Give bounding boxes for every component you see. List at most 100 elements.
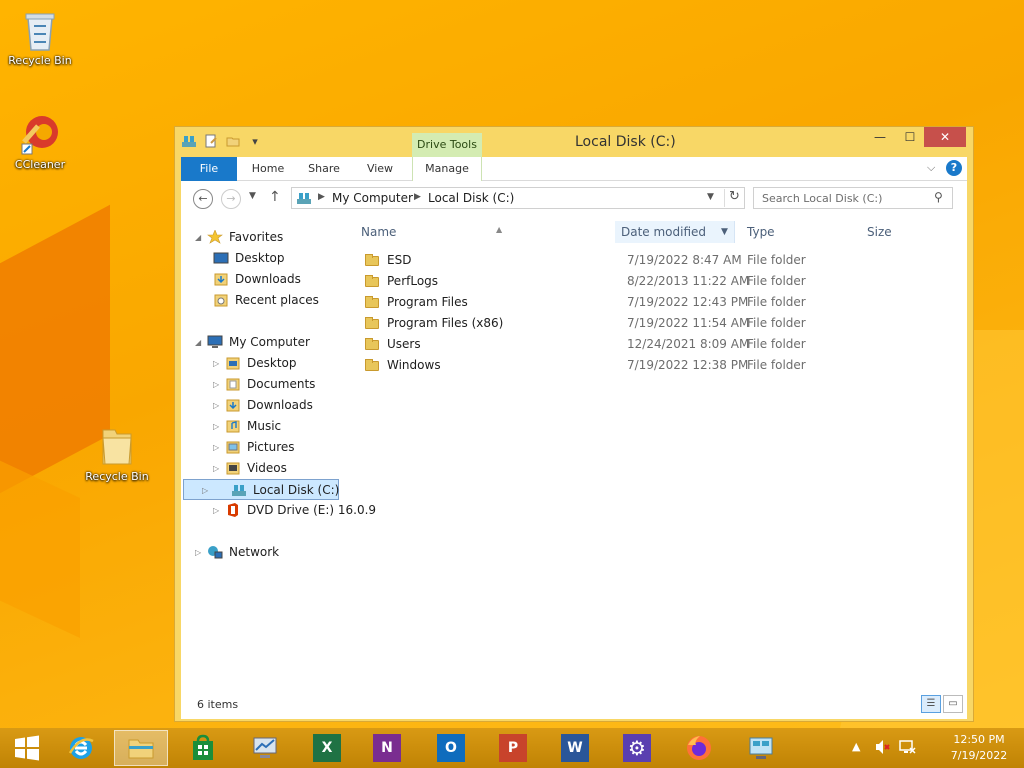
tree-item-favorites-downloads[interactable]: Downloads	[213, 269, 301, 290]
minimize-button[interactable]: —	[865, 127, 895, 147]
expand-arrow-icon[interactable]: ▷	[213, 353, 219, 374]
taskbar-powerpoint[interactable]: P	[486, 730, 540, 766]
computer-icon	[207, 335, 223, 349]
volume-muted-icon[interactable]	[874, 738, 890, 768]
expand-arrow-icon[interactable]: ▷	[202, 480, 208, 501]
tree-item-music[interactable]: ▷ Music	[213, 416, 281, 437]
collapse-arrow-icon[interactable]: ◢	[195, 227, 201, 248]
refresh-icon[interactable]: ↻	[724, 189, 744, 207]
desktop-icon-folder[interactable]: Recycle Bin	[77, 424, 157, 483]
tree-item-pictures[interactable]: ▷ Pictures	[213, 437, 295, 458]
expand-arrow-icon[interactable]: ▷	[213, 437, 219, 458]
expand-arrow-icon[interactable]: ▷	[213, 500, 219, 521]
desktop-icon-recycle-bin[interactable]: Recycle Bin	[0, 8, 80, 67]
tree-item-documents[interactable]: ▷ Documents	[213, 374, 315, 395]
back-button[interactable]: ←	[193, 189, 213, 209]
collapse-arrow-icon[interactable]: ◢	[195, 332, 201, 353]
taskbar-remote-desktop[interactable]	[238, 730, 292, 766]
system-clock[interactable]: 12:50 PM 7/19/2022	[944, 732, 1014, 764]
expand-arrow-icon[interactable]: ▷	[213, 458, 219, 479]
tab-file[interactable]: File	[181, 157, 237, 181]
address-history-chevron-icon[interactable]: ▼	[707, 192, 714, 202]
powerpoint-icon: P	[499, 734, 527, 762]
column-header-size[interactable]: Size	[861, 221, 941, 243]
tree-item-videos[interactable]: ▷ Videos	[213, 458, 287, 479]
help-icon[interactable]: ?	[946, 160, 962, 176]
downloads-folder-icon	[213, 272, 229, 286]
taskbar-store[interactable]	[176, 730, 230, 766]
breadcrumb-local-disk[interactable]: Local Disk (C:)	[428, 191, 514, 205]
column-header-name[interactable]: Name ▲	[359, 221, 599, 243]
tree-item-label: Desktop	[247, 356, 297, 370]
clock-time: 12:50 PM	[953, 733, 1005, 746]
taskbar-ie[interactable]	[54, 730, 108, 766]
file-row[interactable]: PerfLogs 8/22/2013 11:22 AM File folder	[349, 271, 949, 292]
tree-item-my-computer[interactable]: ◢ My Computer	[195, 332, 310, 353]
taskbar-excel[interactable]: X	[300, 730, 354, 766]
tab-share[interactable]: Share	[299, 157, 349, 181]
large-icons-view-button[interactable]: ▭	[943, 695, 963, 713]
file-row[interactable]: Windows 7/19/2022 12:38 PM File folder	[349, 355, 949, 376]
title-bar[interactable]: ▾ Drive Tools Local Disk (C:) — ☐ ✕	[175, 127, 973, 157]
taskbar-settings[interactable]: ⚙	[610, 730, 664, 766]
expand-arrow-icon[interactable]: ▷	[213, 374, 219, 395]
breadcrumb-separator-icon[interactable]: ▶	[414, 192, 421, 202]
tree-item-network[interactable]: ▷ Network	[195, 542, 279, 563]
file-row[interactable]: ESD 7/19/2022 8:47 AM File folder	[349, 250, 949, 271]
expand-arrow-icon[interactable]: ▷	[213, 416, 219, 437]
tree-item-local-disk[interactable]: ▷ Local Disk (C:)	[183, 479, 339, 500]
taskbar-onenote[interactable]: N	[360, 730, 414, 766]
tab-manage[interactable]: Manage	[412, 157, 482, 181]
tree-item-desktop[interactable]: ▷ Desktop	[213, 353, 297, 374]
search-input[interactable]	[754, 188, 924, 208]
file-name: Program Files	[387, 295, 468, 309]
tree-item-downloads[interactable]: ▷ Downloads	[213, 395, 313, 416]
customize-qat-chevron-icon[interactable]: ▾	[247, 133, 263, 149]
start-button[interactable]	[0, 730, 54, 766]
tab-home[interactable]: Home	[243, 157, 293, 181]
file-name: PerfLogs	[387, 274, 439, 288]
search-icon[interactable]: ⚲	[934, 190, 943, 204]
explorer-app-icon[interactable]	[181, 133, 197, 149]
folder-icon	[365, 254, 379, 266]
column-filter-chevron-icon[interactable]: ▼	[721, 221, 728, 243]
up-button[interactable]: ↑	[269, 189, 281, 205]
ie-icon	[68, 737, 94, 759]
expand-ribbon-chevron-icon[interactable]: ⌵	[927, 161, 935, 175]
column-header-date-modified[interactable]: Date modified ▼	[615, 221, 735, 243]
desktop-icon-ccleaner[interactable]: CCleaner	[0, 112, 80, 171]
taskbar-control-panel[interactable]	[734, 730, 788, 766]
breadcrumb-separator-icon[interactable]: ▶	[318, 192, 325, 202]
item-count: 6 items	[197, 698, 239, 711]
network-icon	[207, 545, 223, 559]
taskbar-firefox[interactable]	[672, 730, 726, 766]
tree-item-recent-places[interactable]: Recent places	[213, 290, 319, 311]
forward-button[interactable]: →	[221, 189, 241, 209]
details-view-button[interactable]: ☰	[921, 695, 941, 713]
file-row[interactable]: Users 12/24/2021 8:09 AM File folder	[349, 334, 949, 355]
file-row[interactable]: Program Files 7/19/2022 12:43 PM File fo…	[349, 292, 949, 313]
close-button[interactable]: ✕	[924, 127, 966, 147]
settings-icon: ⚙	[623, 734, 651, 762]
taskbar-word[interactable]: W	[548, 730, 602, 766]
search-box[interactable]: ⚲	[753, 187, 953, 209]
show-hidden-icons-chevron-icon[interactable]: ▲	[852, 740, 860, 768]
new-folder-icon[interactable]	[225, 133, 241, 149]
expand-arrow-icon[interactable]: ▷	[195, 542, 201, 563]
tree-item-favorites[interactable]: ◢ Favorites	[195, 227, 283, 248]
maximize-button[interactable]: ☐	[895, 127, 925, 147]
network-status-icon[interactable]	[898, 738, 916, 768]
breadcrumb-my-computer[interactable]: My Computer	[332, 191, 413, 205]
tree-item-label: My Computer	[229, 335, 310, 349]
file-row[interactable]: Program Files (x86) 7/19/2022 11:54 AM F…	[349, 313, 949, 334]
tab-view[interactable]: View	[355, 157, 405, 181]
taskbar-file-explorer[interactable]	[114, 730, 168, 766]
taskbar-outlook[interactable]: O	[424, 730, 478, 766]
recycle-bin-icon	[20, 8, 60, 52]
expand-arrow-icon[interactable]: ▷	[213, 395, 219, 416]
address-bar[interactable]: ▶ My Computer ▶ Local Disk (C:) ▼ ↻	[291, 187, 745, 209]
recent-locations-chevron-icon[interactable]: ▼	[249, 191, 256, 201]
tree-item-favorites-desktop[interactable]: Desktop	[213, 248, 285, 269]
properties-icon[interactable]	[203, 133, 219, 149]
column-header-type[interactable]: Type	[741, 221, 856, 243]
